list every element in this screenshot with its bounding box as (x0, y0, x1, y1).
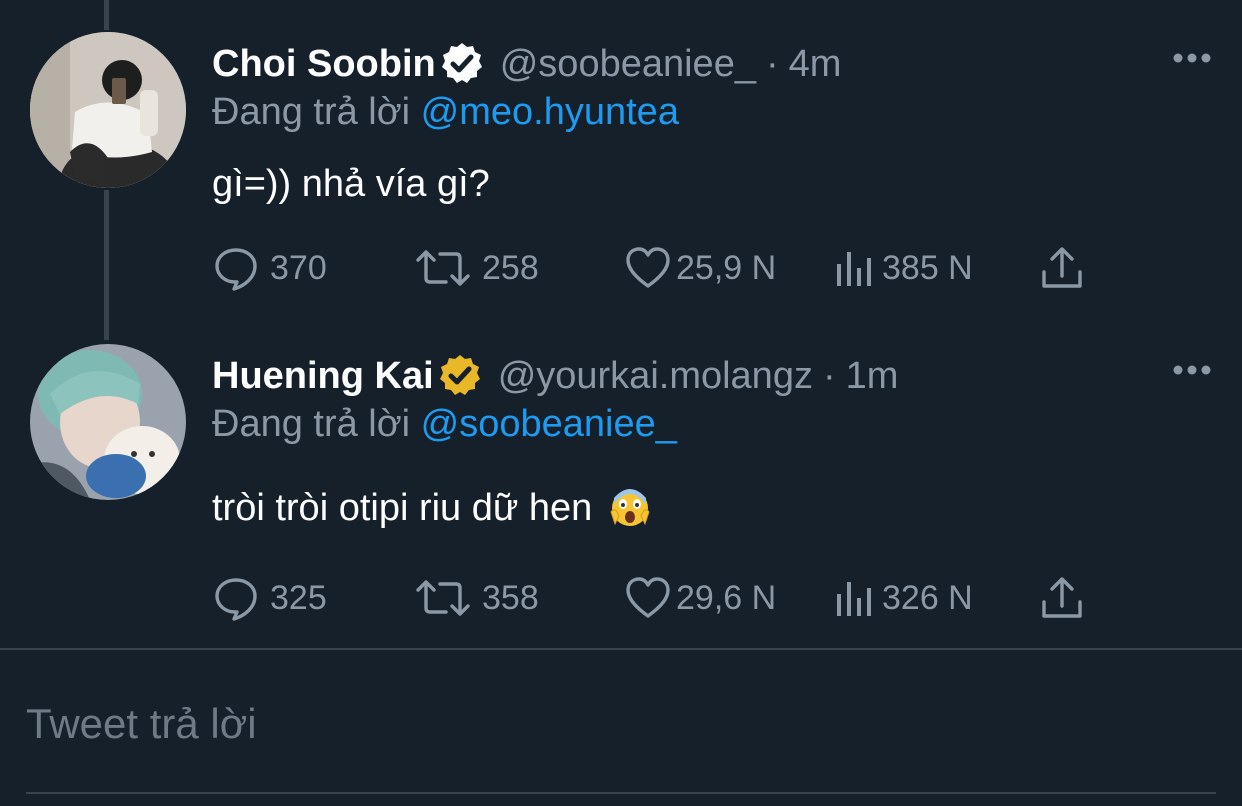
view-count: 385 N (882, 248, 973, 287)
reply-icon (215, 248, 257, 291)
timestamp[interactable]: 1m (846, 354, 899, 398)
share-icon (1042, 247, 1082, 288)
retweet-button[interactable]: 358 (414, 570, 539, 626)
tweet-actions: 325 358 29,6 N 326 N (212, 570, 1112, 626)
replying-to: Đang trả lời @soobeaniee_ (212, 402, 677, 446)
more-options-icon[interactable] (1172, 52, 1212, 64)
reply-button[interactable]: 370 (212, 240, 327, 296)
verified-badge-icon (439, 355, 480, 395)
avatar[interactable] (30, 32, 186, 188)
display-name[interactable]: Huening Kai (212, 354, 434, 398)
tweet-text-content: tròi tròi otipi riu dữ hen (212, 487, 593, 529)
retweet-count: 258 (482, 248, 539, 287)
analytics-icon (837, 582, 871, 616)
replying-to: Đang trả lời @meo.hyuntea (212, 90, 679, 134)
tweet-actions: 370 258 25,9 N 385 N (212, 240, 1112, 296)
mention-link[interactable]: @soobeaniee_ (421, 403, 677, 445)
tweet-header: Choi Soobin @soobeaniee_ · 4m (212, 40, 841, 88)
divider (0, 648, 1242, 650)
reply-button[interactable]: 325 (212, 570, 327, 626)
share-icon (1042, 577, 1082, 618)
avatar[interactable] (30, 344, 186, 500)
views-button[interactable]: 326 N (834, 570, 973, 626)
user-handle[interactable]: @yourkai.molangz (498, 354, 813, 398)
replying-to-label: Đang trả lời (212, 91, 411, 133)
retweet-count: 358 (482, 578, 539, 617)
tweet-text: tròi tròi otipi riu dữ hen (212, 486, 651, 530)
view-count: 326 N (882, 578, 973, 617)
analytics-icon (837, 252, 871, 286)
display-name[interactable]: Choi Soobin (212, 42, 436, 86)
retweet-button[interactable]: 258 (414, 240, 539, 296)
like-button[interactable]: 29,6 N (624, 570, 776, 626)
separator-dot: · (822, 355, 836, 397)
views-button[interactable]: 385 N (834, 240, 973, 296)
separator-dot: · (765, 43, 779, 85)
share-button[interactable] (1040, 240, 1084, 296)
mention-link[interactable]: @meo.hyuntea (421, 91, 679, 133)
heart-icon (626, 247, 670, 288)
share-button[interactable] (1040, 570, 1084, 626)
retweet-icon (416, 250, 470, 286)
like-count: 25,9 N (676, 248, 777, 287)
heart-icon (626, 577, 670, 618)
more-options-icon[interactable] (1172, 364, 1212, 376)
reply-count: 325 (270, 578, 327, 617)
like-button[interactable]: 25,9 N (624, 240, 776, 296)
like-count: 29,6 N (676, 578, 777, 617)
reply-input-underline (26, 792, 1216, 794)
tweet-text: gì=)) nhả vía gì? (212, 163, 490, 205)
tweet-header: Huening Kai @yourkai.molangz · 1m (212, 352, 898, 400)
screaming-face-emoji-icon (610, 489, 650, 526)
reply-count: 370 (270, 248, 327, 287)
reply-icon (215, 578, 257, 621)
retweet-icon (416, 580, 470, 616)
verified-badge-icon (441, 43, 482, 83)
timestamp[interactable]: 4m (789, 42, 842, 86)
replying-to-label: Đang trả lời (212, 403, 411, 445)
user-handle[interactable]: @soobeaniee_ (500, 42, 756, 86)
reply-input[interactable] (26, 696, 1216, 752)
